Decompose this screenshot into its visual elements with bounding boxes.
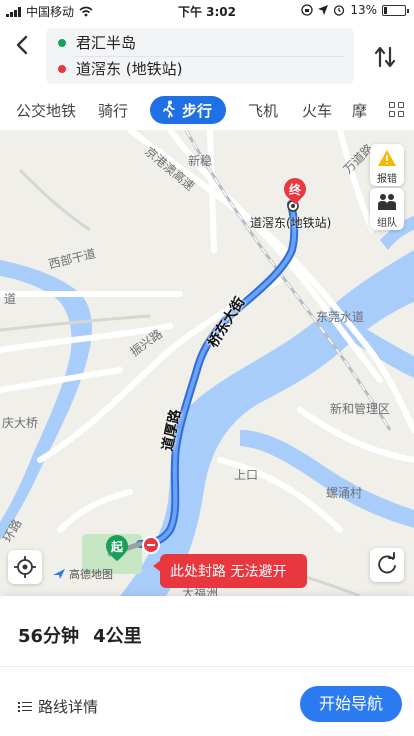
destination-dot-icon bbox=[58, 64, 66, 73]
team-label: 组队 bbox=[377, 218, 397, 229]
origin-label: 君汇半岛 bbox=[76, 34, 137, 52]
battery-icon bbox=[382, 4, 409, 16]
team-button[interactable]: 组队 bbox=[370, 188, 404, 230]
status-right: 13% bbox=[301, 3, 409, 17]
orientation-lock-icon bbox=[301, 4, 313, 16]
map-label-shangkou: 上口 bbox=[234, 468, 259, 482]
end-marker[interactable]: 终 bbox=[279, 173, 311, 205]
refresh-button[interactable] bbox=[370, 548, 404, 582]
tab-transit[interactable]: 公交地铁 bbox=[16, 100, 76, 121]
destination-field[interactable]: 道滘东 (地铁站) bbox=[58, 58, 182, 79]
map-label-dongguan: 东莞水道 bbox=[316, 310, 365, 324]
group-icon bbox=[378, 194, 396, 210]
tab-walk-label: 步行 bbox=[182, 102, 213, 120]
locate-icon bbox=[14, 556, 36, 578]
tab-walk[interactable]: 步行 bbox=[150, 96, 227, 124]
grid-icon bbox=[389, 102, 405, 118]
tab-train[interactable]: 火车 bbox=[302, 100, 332, 121]
route-summary-panel: 56分钟 4公里 路线详情 开始导航 bbox=[0, 596, 414, 736]
alarm-icon bbox=[334, 5, 345, 16]
destination-label: 道滘东 (地铁站) bbox=[76, 60, 183, 78]
walk-icon bbox=[163, 100, 175, 118]
start-navigation-button[interactable]: 开始导航 bbox=[300, 686, 402, 722]
map-label-luoyong: 螺涌村 bbox=[326, 486, 363, 500]
panel-divider bbox=[0, 666, 414, 667]
route-inputs: 君汇半岛 道滘东 (地铁站) bbox=[46, 28, 354, 84]
map-view[interactable]: 新稳 万道路 京港澳高速 西部干道 道 振兴路 东莞水道 新和管理区 庆大桥 上… bbox=[0, 130, 414, 596]
origin-dot-icon bbox=[58, 38, 66, 47]
swap-route-icon[interactable] bbox=[370, 42, 400, 72]
more-modes-button[interactable] bbox=[380, 90, 414, 130]
back-button[interactable] bbox=[10, 32, 36, 58]
map-label-xinhe: 新和管理区 bbox=[330, 402, 391, 416]
list-icon bbox=[18, 701, 32, 713]
map-canvas bbox=[0, 130, 414, 596]
route-header: 君汇半岛 道滘东 (地铁站) bbox=[0, 22, 414, 88]
map-label-qingda: 庆大桥 bbox=[2, 416, 39, 430]
route-summary: 56分钟 4公里 bbox=[18, 622, 142, 648]
location-arrow-icon bbox=[318, 5, 329, 15]
status-bar: 中国移动 下午 3:02 13% bbox=[0, 0, 414, 22]
route-duration: 56分钟 bbox=[18, 626, 80, 647]
amap-logo-text: 高德地图 bbox=[69, 568, 113, 581]
road-closed-icon[interactable] bbox=[142, 536, 160, 554]
road-closure-notice[interactable]: 此处封路 无法避开 bbox=[153, 554, 307, 588]
start-marker[interactable]: 起 bbox=[101, 530, 133, 562]
route-details-button[interactable]: 路线详情 bbox=[18, 696, 98, 717]
report-error-label: 报错 bbox=[377, 174, 397, 185]
battery-percent: 13% bbox=[350, 3, 377, 17]
map-label-dao: 道 bbox=[4, 292, 17, 306]
station-label: 道滘东(地铁站) bbox=[250, 216, 332, 230]
locate-button[interactable] bbox=[8, 550, 42, 584]
report-error-button[interactable]: 报错 bbox=[370, 144, 404, 186]
tab-bike[interactable]: 骑行 bbox=[98, 100, 128, 121]
map-label-xinwen: 新稳 bbox=[188, 154, 213, 168]
route-divider bbox=[74, 56, 344, 57]
refresh-icon bbox=[378, 552, 396, 574]
amap-logo-icon bbox=[53, 569, 65, 579]
warning-icon bbox=[378, 150, 396, 166]
origin-field[interactable]: 君汇半岛 bbox=[58, 32, 136, 53]
tab-motorcycle[interactable]: 摩 bbox=[352, 100, 367, 121]
amap-logo: 高德地图 bbox=[52, 566, 113, 582]
tab-flight[interactable]: 飞机 bbox=[248, 100, 278, 121]
route-details-label: 路线详情 bbox=[38, 698, 99, 716]
route-distance: 4公里 bbox=[93, 626, 142, 647]
start-marker-label: 起 bbox=[110, 540, 123, 554]
transport-mode-tabs: 公交地铁 骑行 步行 飞机 火车 摩 bbox=[0, 90, 414, 130]
end-marker-label: 终 bbox=[288, 183, 301, 197]
